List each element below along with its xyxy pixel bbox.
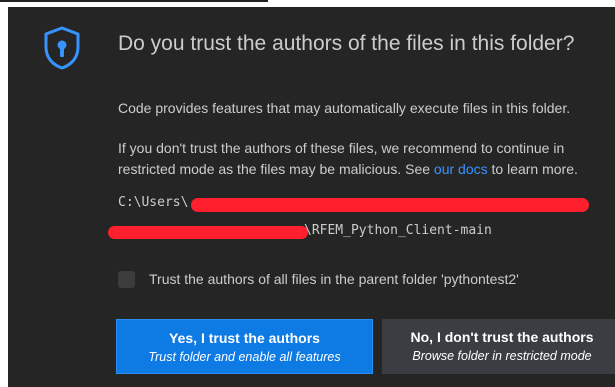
redaction-mark [191,198,589,212]
folder-path-line2: \RFEM_Python_Client-main [304,223,492,238]
trust-authors-button[interactable]: Yes, I trust the authors Trust folder an… [116,319,373,374]
dont-trust-authors-label: No, I don't trust the authors [410,329,594,345]
trust-parent-label[interactable]: Trust the authors of all files in the pa… [149,271,519,287]
workspace-trust-dialog: Do you trust the authors of the files in… [8,7,615,387]
dont-trust-authors-sublabel: Browse folder in restricted mode [412,349,592,363]
trust-parent-checkbox[interactable] [118,271,135,288]
shield-lock-icon [44,26,80,70]
redaction-mark [108,226,308,239]
message-restricted-line2: restricted mode as the files may be mali… [118,159,578,180]
docs-link[interactable]: our docs [434,161,488,177]
dont-trust-authors-button[interactable]: No, I don't trust the authors Browse fol… [382,319,615,374]
message-restricted-line1: If you don't trust the authors of these … [118,140,565,156]
message-restricted-after: to learn more. [487,161,578,177]
dialog-title: Do you trust the authors of the files in… [118,32,575,55]
message-restricted-before: restricted mode as the files may be mali… [118,161,434,177]
dialog-message-features: Code provides features that may automati… [118,98,570,119]
dialog-message-restricted: If you don't trust the authors of these … [118,138,578,180]
message-features-text: Code provides features that may automati… [118,100,571,116]
page: Do you trust the authors of the files in… [0,0,615,387]
top-divider [0,0,268,2]
trust-authors-label: Yes, I trust the authors [169,330,320,346]
folder-path-line1: C:\Users\ [118,195,189,210]
trust-authors-sublabel: Trust folder and enable all features [148,350,341,364]
